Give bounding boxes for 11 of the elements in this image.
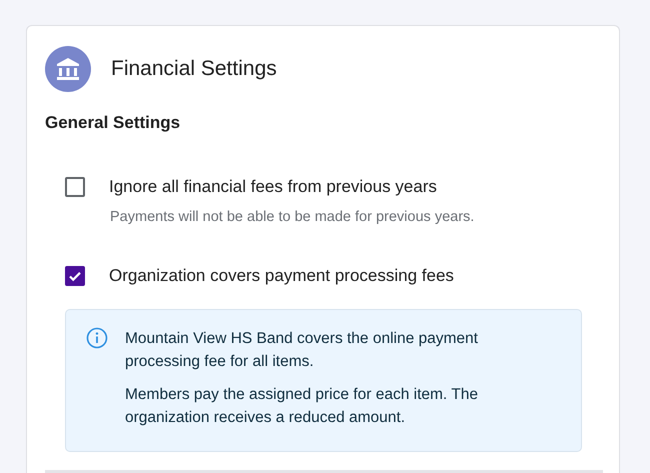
info-text: Members pay the assigned price for each item. The organization receives a reduced amount. bbox=[125, 385, 479, 428]
checkbox[interactable] bbox=[65, 266, 85, 286]
card-title: Financial Settings bbox=[111, 57, 277, 81]
checkbox[interactable] bbox=[65, 177, 85, 197]
checkbox-label[interactable]: Organization covers payment processing fees bbox=[109, 266, 454, 286]
section-heading: General Settings bbox=[45, 113, 182, 133]
bank-icon bbox=[45, 46, 91, 92]
info-icon bbox=[86, 327, 108, 349]
hint-text: Payments will not be able to be made for previous years. bbox=[110, 209, 476, 225]
checkbox-label[interactable]: Ignore all financial fees from previous years bbox=[109, 177, 437, 197]
info-text: Mountain View HS Band covers the online payment processing fee for all items. bbox=[125, 329, 479, 372]
